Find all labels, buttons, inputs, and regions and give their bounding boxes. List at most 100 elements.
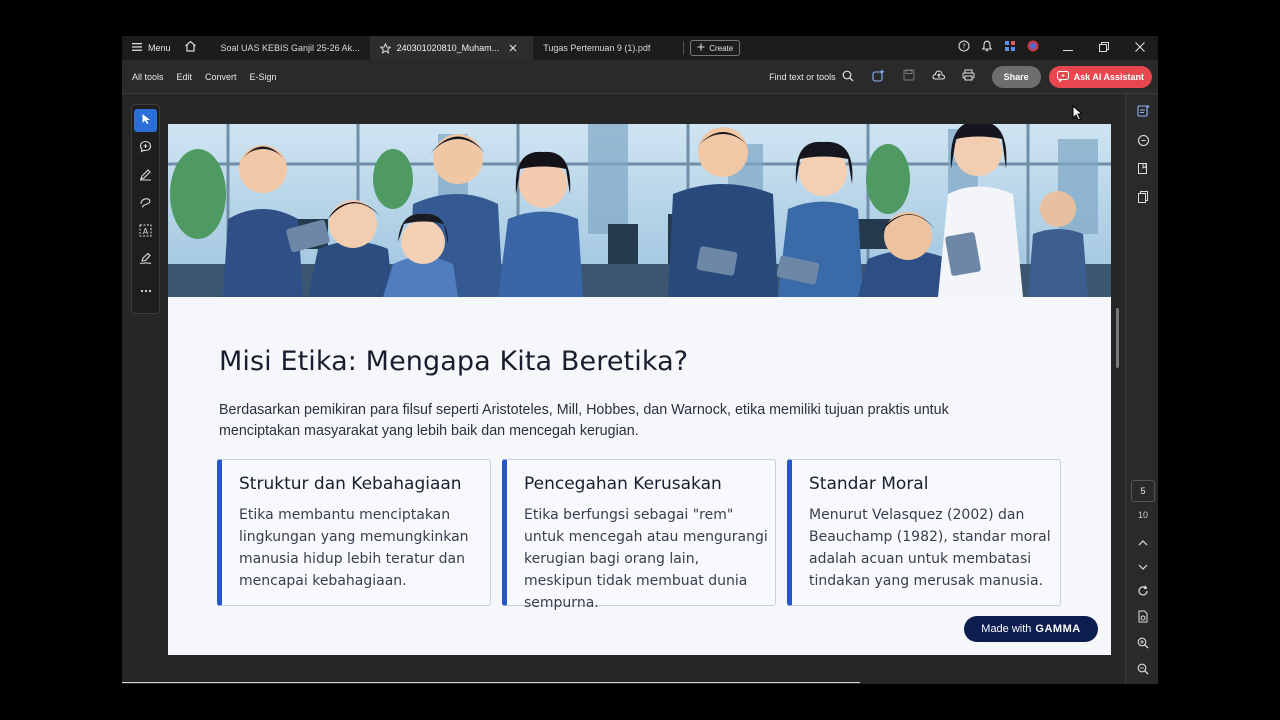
page-refresh-icon (1137, 610, 1149, 628)
star-icon[interactable] (379, 42, 391, 54)
close-icon (1135, 39, 1145, 57)
bell-icon (981, 39, 993, 57)
ai-panel-button[interactable] (1132, 102, 1154, 124)
tab-label: Soal UAS KEBIS Ganjil 25-26 Ak... (220, 43, 360, 53)
ai-summary-button[interactable] (864, 60, 894, 94)
highlight-tool[interactable] (134, 165, 157, 188)
left-tool-panel: A (131, 104, 160, 314)
card-standar-moral: Standar Moral Menurut Velasquez (2002) d… (787, 459, 1061, 606)
toolbar-all-tools[interactable]: All tools (132, 72, 164, 82)
page-settings-button[interactable] (1132, 608, 1154, 630)
pen-icon (139, 168, 152, 186)
more-horizontal-icon (140, 280, 152, 298)
printer-icon (962, 68, 975, 86)
total-pages: 10 (1137, 510, 1148, 520)
slide-intro-text: Berdasarkan pemikiran para filsuf sepert… (219, 402, 949, 439)
mouse-pointer-icon (1072, 104, 1084, 126)
tab-tugas-pertemuan[interactable]: Tugas Pertemuan 9 (1).pdf (533, 36, 683, 60)
print-button[interactable] (954, 60, 984, 94)
zoom-out-icon (1137, 662, 1149, 680)
right-rail: 5 10 (1125, 94, 1158, 684)
comment-tool[interactable] (134, 137, 157, 160)
sign-tool[interactable] (134, 249, 157, 272)
main-toolbar: All tools Edit Convert E-Sign Find text … (122, 60, 1158, 94)
tab-active-document[interactable]: 240301020810_Muham... (369, 36, 534, 60)
save-icon (903, 68, 915, 86)
tab-soal-uas[interactable]: Soal UAS KEBIS Ganjil 25-26 Ak... (211, 36, 370, 60)
minimize-icon (1063, 39, 1073, 57)
toolbar-edit[interactable]: Edit (177, 72, 193, 82)
home-icon (184, 39, 197, 57)
page-thumbnails-button[interactable] (1132, 188, 1154, 210)
card-pencegahan-kerusakan: Pencegahan Kerusakan Etika berfungsi seb… (502, 459, 776, 611)
restore-icon (1099, 39, 1109, 57)
rotate-button[interactable] (1132, 582, 1154, 604)
notifications-button[interactable] (975, 36, 998, 60)
comment-icon (1137, 134, 1150, 152)
made-with-gamma-badge[interactable]: Made with GAMMA (964, 616, 1098, 642)
pdf-viewer-window: Menu Soal UAS KEBIS Ganjil 25-26 Ak... 2… (122, 36, 1158, 684)
zoom-out-button[interactable] (1132, 660, 1154, 682)
restore-button[interactable] (1086, 36, 1122, 60)
find-label: Find text or tools (769, 72, 836, 82)
menu-button[interactable]: Menu (122, 36, 179, 60)
ask-ai-assistant-button[interactable]: Ask AI Assistant (1048, 66, 1152, 88)
pdf-page: Misi Etika: Mengapa Kita Beretika? Berda… (168, 124, 1111, 655)
create-button[interactable]: Create (690, 40, 741, 56)
draw-tool[interactable] (134, 193, 157, 216)
ai-document-icon (1136, 104, 1150, 122)
tab-label: Tugas Pertemuan 9 (1).pdf (543, 43, 651, 53)
card-struktur-kebahagiaan: Struktur dan Kebahagiaan Etika membantu … (217, 459, 491, 606)
toolbar-right-group: Find text or tools Share Ask AI Assistan… (769, 60, 1152, 94)
bookmark-icon (1137, 162, 1150, 180)
title-bar: Menu Soal UAS KEBIS Ganjil 25-26 Ak... 2… (122, 36, 1158, 60)
save-button[interactable] (894, 60, 924, 94)
share-button[interactable]: Share (991, 66, 1041, 88)
current-page-indicator[interactable]: 5 (1131, 480, 1155, 502)
bookmarks-panel-button[interactable] (1132, 160, 1154, 182)
help-icon: ? (957, 39, 970, 57)
previous-page-button[interactable] (1132, 531, 1154, 553)
window-controls: ? (952, 36, 1158, 60)
text-box-icon: A (139, 224, 152, 242)
card-body: Etika berfungsi sebagai "rem" untuk menc… (524, 507, 768, 611)
gamma-logo: GAMMA (1035, 623, 1081, 635)
vertical-scrollbar[interactable] (1116, 308, 1119, 368)
chevron-up-icon (1138, 533, 1148, 551)
zoom-in-button[interactable] (1132, 634, 1154, 656)
close-window-button[interactable] (1122, 36, 1158, 60)
upload-button[interactable] (924, 60, 954, 94)
apps-button[interactable] (998, 36, 1021, 60)
menu-label: Menu (148, 43, 171, 53)
close-tab-icon[interactable] (509, 44, 517, 52)
cursor-arrow-icon (141, 112, 151, 130)
slide-title: Misi Etika: Mengapa Kita Beretika? (219, 346, 689, 377)
card-body: Etika membantu menciptakan lingkungan ya… (239, 507, 469, 589)
minimize-button[interactable] (1050, 36, 1086, 60)
find-text-or-tools[interactable]: Find text or tools (769, 70, 854, 84)
create-label: Create (709, 43, 734, 53)
svg-text:A: A (143, 227, 149, 236)
help-button[interactable]: ? (952, 36, 975, 60)
comment-add-icon (139, 140, 152, 158)
home-button[interactable] (179, 36, 203, 60)
signature-pen-icon (139, 252, 152, 270)
select-tool[interactable] (134, 109, 157, 132)
pages-icon (1137, 190, 1150, 208)
office-team-illustration (168, 124, 1111, 297)
card-title: Standar Moral (809, 474, 929, 494)
ai-assistant-icon (1056, 70, 1069, 84)
rotate-icon (1137, 584, 1149, 602)
toolbar-convert[interactable]: Convert (205, 72, 237, 82)
avatar (1027, 39, 1039, 57)
text-select-tool[interactable]: A (134, 221, 157, 244)
ask-ai-label: Ask AI Assistant (1073, 72, 1144, 82)
more-tools-button[interactable] (134, 277, 157, 300)
account-button[interactable] (1021, 36, 1044, 60)
toolbar-e-sign[interactable]: E-Sign (250, 72, 277, 82)
next-page-button[interactable] (1132, 555, 1154, 577)
card-title: Pencegahan Kerusakan (524, 474, 722, 494)
search-icon (842, 70, 854, 84)
bottom-divider (122, 682, 860, 683)
comments-panel-button[interactable] (1132, 132, 1154, 154)
